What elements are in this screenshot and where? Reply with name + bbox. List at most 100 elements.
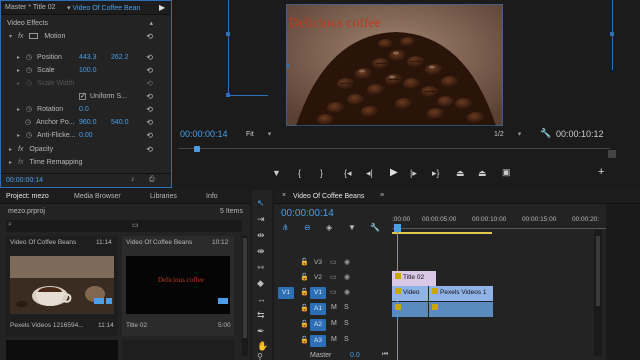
playhead-icon[interactable] — [194, 146, 200, 152]
mute-button[interactable]: M — [331, 336, 337, 343]
project-item[interactable] — [122, 340, 234, 360]
reset-icon[interactable]: ⟲ — [146, 30, 153, 43]
mark-out-icon[interactable]: } — [320, 168, 323, 178]
mute-button[interactable]: M — [331, 320, 337, 327]
mute-button[interactable]: M — [331, 304, 337, 311]
scrollbar-thumb[interactable] — [596, 236, 600, 306]
lift-icon[interactable]: ⏏ — [456, 168, 465, 179]
sync-lock-icon[interactable]: ▭ — [330, 258, 337, 266]
lock-icon[interactable]: 🔓 — [300, 258, 309, 266]
snap-icon[interactable]: ⋔ — [282, 223, 289, 232]
track-label[interactable]: V1 — [310, 287, 326, 299]
rotation-value[interactable]: 0.0 — [79, 103, 89, 116]
anchor-x-value[interactable]: 960.0 — [79, 116, 97, 129]
go-to-icon[interactable]: ⏮ — [382, 351, 388, 359]
go-to-out-icon[interactable]: ▸} — [432, 168, 440, 179]
panel-menu-icon[interactable]: ≡ — [380, 192, 384, 199]
lock-icon[interactable]: 🔓 — [300, 273, 309, 281]
reset-icon[interactable]: ⟲ — [146, 64, 153, 77]
scale-value[interactable]: 100.0 — [79, 64, 97, 77]
fit-dropdown[interactable]: Fit ▾ — [246, 130, 271, 138]
track-label[interactable]: V2 — [310, 272, 326, 284]
tab-project[interactable]: Project: mezo — [6, 193, 49, 200]
tab-media-browser[interactable]: Media Browser — [74, 193, 121, 200]
reset-icon[interactable]: ⟲ — [146, 143, 153, 156]
antiflicker-value[interactable]: 0.00 — [79, 129, 93, 142]
clip-video[interactable]: Video — [392, 286, 428, 301]
stopwatch-icon[interactable]: ◷ — [25, 119, 31, 126]
uniform-scale-checkbox[interactable]: ✓ — [79, 93, 86, 100]
audio-icon[interactable]: ♪ — [131, 176, 135, 183]
project-item[interactable] — [6, 340, 118, 360]
position-x-value[interactable]: 443.3 — [79, 51, 97, 64]
effect-controls-timecode[interactable]: 00:00:00:14 — [6, 177, 43, 184]
marker-icon[interactable]: ▼ — [272, 168, 281, 178]
track-label[interactable]: A2 — [310, 319, 326, 331]
lock-icon[interactable]: 🔓 — [300, 288, 309, 296]
effect-opacity[interactable]: ▸ fx Opacity ⟲ — [1, 143, 167, 156]
stopwatch-icon[interactable]: ◷ — [26, 67, 32, 74]
wrench-icon[interactable]: 🔧 — [540, 128, 551, 139]
tab-libraries[interactable]: Libraries — [150, 193, 177, 200]
reset-icon[interactable]: ⟲ — [146, 51, 153, 64]
motion-icon[interactable] — [29, 33, 39, 40]
anchor-y-value[interactable]: 540.0 — [111, 116, 129, 129]
fx-icon[interactable]: fx — [18, 33, 23, 40]
marker-icon[interactable]: ▼ — [348, 223, 356, 232]
time-ruler[interactable]: :00:00 00:00:05:00 00:00:10:00 00:00:15:… — [392, 212, 612, 236]
lock-icon[interactable]: 🔓 — [300, 304, 309, 312]
fx-icon[interactable]: fx — [18, 146, 23, 153]
stopwatch-icon[interactable]: ◷ — [26, 54, 32, 61]
solo-button[interactable]: S — [344, 336, 349, 343]
bounding-box-handle[interactable] — [287, 64, 289, 68]
stopwatch-icon[interactable]: ◷ — [26, 132, 32, 139]
clip-audio[interactable] — [429, 302, 493, 317]
hand-icon[interactable]: ✋ — [257, 341, 268, 352]
tab-sequence[interactable]: ▾ Video Of Coffee Bean — [67, 4, 140, 12]
track-label[interactable]: A1 — [310, 303, 326, 315]
reset-icon[interactable]: ⟲ — [146, 90, 153, 103]
stopwatch-icon[interactable]: ◷ — [26, 106, 32, 113]
project-item[interactable]: Video Of Coffee Beans 11:14 Pexels Video… — [6, 236, 118, 336]
expand-icon[interactable]: ▸ — [17, 107, 20, 113]
track-label[interactable]: A3 — [310, 335, 326, 347]
playhead-icon[interactable] — [394, 224, 401, 232]
search-input[interactable]: ⌕ ▭ — [6, 220, 242, 232]
close-icon[interactable]: × — [282, 192, 286, 199]
zoom-icon[interactable]: ⚲ — [257, 352, 263, 360]
program-video-frame[interactable]: Delicious coffee — [286, 4, 503, 126]
play-icon[interactable]: ▶ — [390, 167, 398, 178]
clip-audio[interactable] — [392, 302, 428, 317]
reset-icon[interactable]: ⟲ — [146, 129, 153, 142]
scroll-up-icon[interactable]: ▴ — [149, 17, 153, 30]
camera-icon[interactable]: ▣ — [502, 167, 511, 178]
timeline-timecode[interactable]: 00:00:00:14 — [281, 208, 334, 219]
rolling-edit-icon[interactable]: ⇼ — [257, 246, 265, 257]
effect-motion[interactable]: ▾ fx Motion ⟲ — [1, 30, 167, 43]
bounding-box-handle[interactable] — [226, 32, 230, 36]
scrollbar[interactable] — [242, 236, 248, 356]
expand-icon[interactable]: ▸ — [17, 133, 20, 139]
eye-icon[interactable]: ◉ — [344, 258, 350, 266]
tab-master[interactable]: Master * Title 02 — [5, 4, 56, 11]
bounding-box-handle[interactable] — [226, 93, 230, 97]
expand-icon[interactable]: ▸ — [17, 68, 20, 74]
expand-icon[interactable]: ▸ — [17, 55, 20, 61]
collapse-icon[interactable]: ▾ — [9, 34, 12, 40]
project-item[interactable]: Video Of Coffee Beans 10:12 Delicious co… — [122, 236, 234, 336]
extract-icon[interactable]: ⏏ — [478, 168, 487, 179]
razor-icon[interactable]: ◆ — [257, 278, 264, 289]
scroll-handle[interactable] — [608, 150, 616, 158]
solo-button[interactable]: S — [344, 304, 349, 311]
resolution-dropdown[interactable]: 1/2 ▾ — [494, 130, 521, 138]
reset-icon[interactable]: ⟲ — [146, 116, 153, 129]
slide-icon[interactable]: ⇆ — [257, 310, 265, 321]
slip-icon[interactable]: ↔ — [257, 294, 266, 304]
sync-lock-icon[interactable]: ▭ — [330, 288, 337, 296]
eye-icon[interactable]: ◉ — [344, 288, 350, 296]
ripple-edit-icon[interactable]: ⇹ — [257, 230, 265, 241]
tab-info[interactable]: Info — [206, 193, 218, 200]
solo-button[interactable]: S — [344, 320, 349, 327]
panel-menu-icon[interactable]: ▶ — [159, 3, 165, 12]
expand-icon[interactable]: ▸ — [9, 160, 12, 166]
